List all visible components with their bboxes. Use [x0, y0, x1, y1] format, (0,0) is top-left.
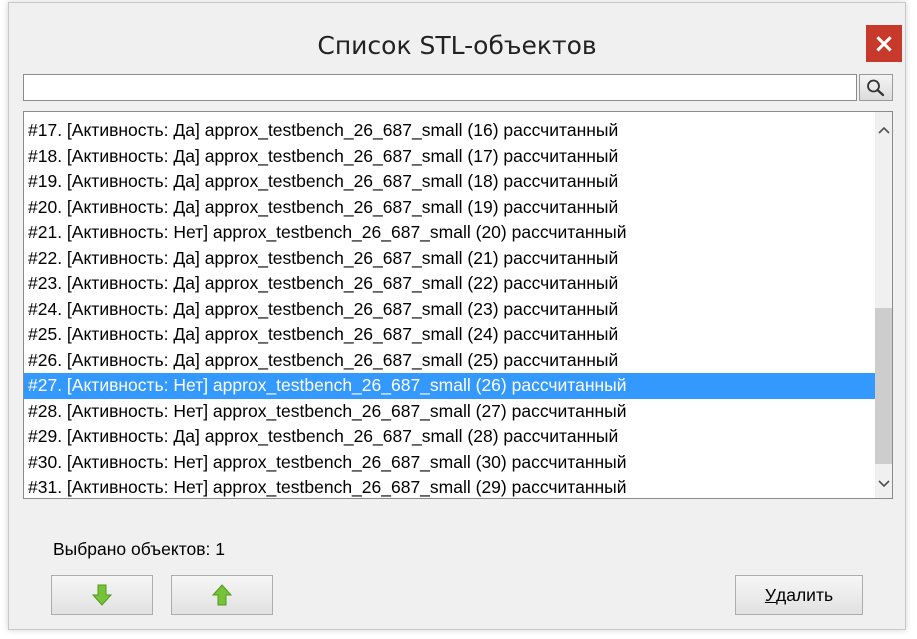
- title-bar[interactable]: Список STL-объектов ×: [9, 3, 905, 71]
- list-item[interactable]: #19. [Активность: Да] approx_testbench_2…: [24, 169, 876, 195]
- scroll-up-button[interactable]: [875, 120, 892, 140]
- search-input[interactable]: [23, 74, 857, 101]
- list-item[interactable]: #30. [Активность: Нет] approx_testbench_…: [24, 450, 876, 476]
- dialog-title: Список STL-объектов: [317, 31, 597, 60]
- list-item[interactable]: #29. [Активность: Да] approx_testbench_2…: [24, 424, 876, 450]
- search-button[interactable]: [859, 74, 893, 101]
- scrollbar-thumb[interactable]: [875, 308, 892, 464]
- chevron-down-icon: [877, 480, 890, 488]
- list-item[interactable]: #21. [Активность: Нет] approx_testbench_…: [24, 220, 876, 246]
- list-item[interactable]: #25. [Активность: Да] approx_testbench_2…: [24, 322, 876, 348]
- search-icon: [867, 79, 885, 96]
- list-item[interactable]: #18. [Активность: Да] approx_testbench_2…: [24, 144, 876, 170]
- list-item[interactable]: #23. [Активность: Да] approx_testbench_2…: [24, 271, 876, 297]
- list-item[interactable]: #31. [Активность: Нет] approx_testbench_…: [24, 475, 876, 498]
- list-item[interactable]: #17. [Активность: Да] approx_testbench_2…: [24, 118, 876, 144]
- list-item[interactable]: #26. [Активность: Да] approx_testbench_2…: [24, 348, 876, 374]
- delete-button-accesskey: У: [764, 584, 777, 605]
- delete-button-label: далить: [776, 584, 834, 605]
- search-row: [23, 74, 893, 101]
- arrow-down-icon: [92, 584, 112, 606]
- move-up-button[interactable]: [171, 575, 273, 615]
- list-item[interactable]: #28. [Активность: Нет] approx_testbench_…: [24, 399, 876, 425]
- scroll-down-button[interactable]: [875, 474, 892, 494]
- close-button[interactable]: ×: [866, 25, 902, 62]
- chevron-up-icon: [877, 126, 890, 134]
- list-item[interactable]: #20. [Активность: Да] approx_testbench_2…: [24, 195, 876, 221]
- selected-count-label: Выбрано объектов: 1: [53, 539, 226, 559]
- list-item[interactable]: #24. [Активность: Да] approx_testbench_2…: [24, 297, 876, 323]
- close-icon: ×: [873, 28, 895, 59]
- move-down-button[interactable]: [51, 575, 153, 615]
- arrow-up-icon: [212, 584, 232, 606]
- stl-objects-list[interactable]: #17. [Активность: Да] approx_testbench_2…: [23, 111, 893, 499]
- list-items-container: #17. [Активность: Да] approx_testbench_2…: [24, 118, 876, 498]
- vertical-scrollbar[interactable]: [875, 112, 892, 498]
- list-item[interactable]: #27. [Активность: Нет] approx_testbench_…: [24, 373, 876, 399]
- list-item[interactable]: #22. [Активность: Да] approx_testbench_2…: [24, 246, 876, 272]
- stl-objects-dialog: Список STL-объектов × #17. [Активность: …: [8, 2, 906, 630]
- delete-button[interactable]: Удалить: [735, 575, 863, 615]
